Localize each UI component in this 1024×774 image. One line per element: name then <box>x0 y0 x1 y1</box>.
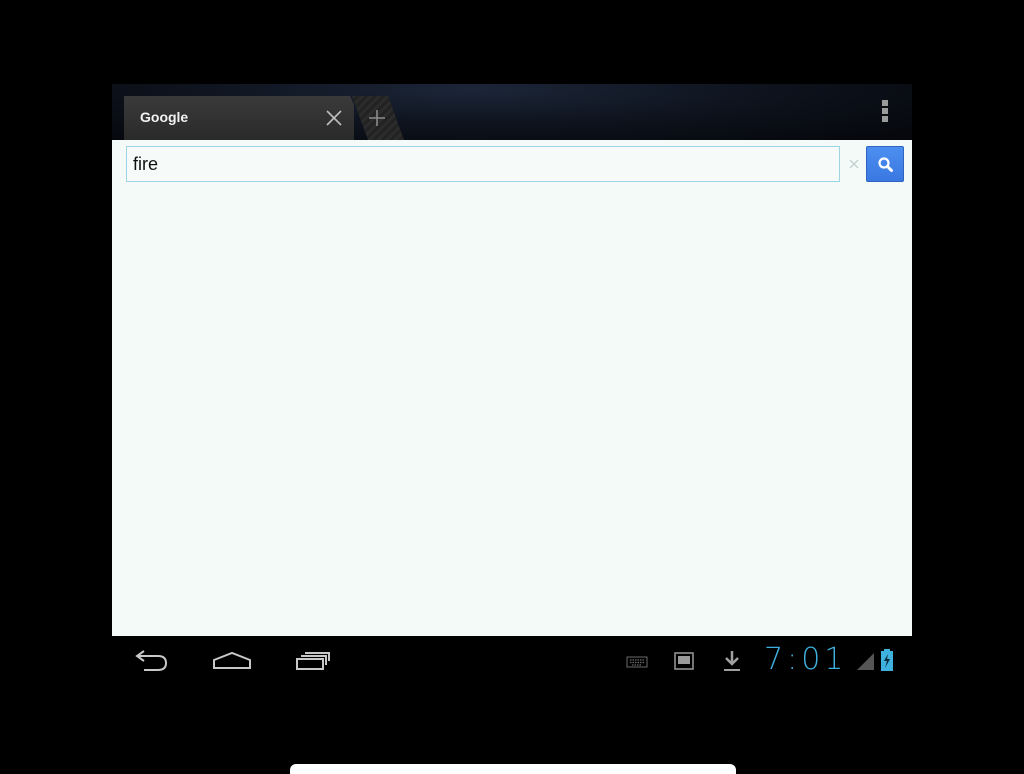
recent-apps-icon[interactable] <box>294 648 332 674</box>
tab-google-contents: Google <box>124 96 376 140</box>
bottom-panel-edge <box>290 764 736 774</box>
url-input[interactable] <box>126 146 840 182</box>
url-bar <box>120 146 904 182</box>
battery-charging-icon <box>881 649 893 671</box>
home-icon[interactable] <box>212 648 252 674</box>
keyboard-icon <box>626 656 648 668</box>
tab-title: Google <box>140 109 189 125</box>
download-icon <box>724 651 740 671</box>
overflow-menu-icon[interactable] <box>880 100 890 124</box>
page-content <box>112 140 912 636</box>
plus-icon[interactable] <box>368 109 386 127</box>
clear-icon[interactable] <box>844 154 864 174</box>
search-button[interactable] <box>866 146 904 182</box>
search-icon <box>878 157 893 172</box>
clock: 7:01 <box>764 642 848 677</box>
screenshot-icon <box>674 652 694 670</box>
close-icon[interactable] <box>324 108 344 128</box>
signal-icon <box>857 653 874 670</box>
system-bar: 7:01 <box>112 636 912 688</box>
back-icon[interactable] <box>134 648 170 674</box>
browser-window: Google <box>112 84 912 636</box>
tab-bar: Google <box>112 84 912 140</box>
